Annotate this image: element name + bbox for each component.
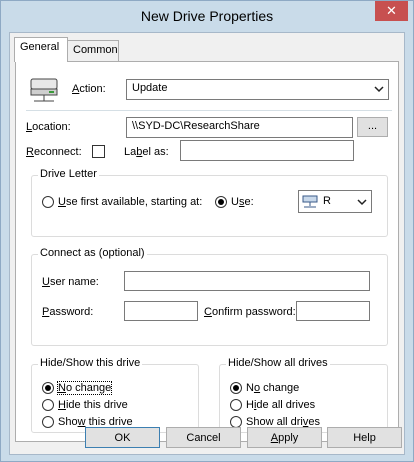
- drive-letter-group: Drive Letter Use first available, starti…: [31, 168, 388, 237]
- network-drive-icon: [302, 195, 318, 208]
- hide-this-drive-label: Hide this drive: [58, 399, 128, 411]
- drive-network-icon: [30, 78, 58, 102]
- location-input[interactable]: \\SYD-DC\ResearchShare: [126, 117, 353, 138]
- location-label: Location:: [26, 121, 71, 133]
- label-as-label: Label as:: [124, 146, 169, 158]
- close-button[interactable]: ✕: [375, 1, 408, 21]
- drive-no-change-label: No change: [56, 381, 113, 395]
- password-input[interactable]: [124, 301, 198, 321]
- hide-all-drives-radio[interactable]: [230, 399, 242, 411]
- drive-no-change-radio[interactable]: [42, 382, 54, 394]
- hide-all-drives-label: Hide all drives: [246, 399, 316, 411]
- close-icon: ✕: [386, 3, 397, 18]
- chevron-down-icon: [357, 199, 367, 206]
- browse-button[interactable]: ...: [357, 117, 388, 137]
- location-value: \\SYD-DC\ResearchShare: [132, 120, 260, 132]
- label-as-input[interactable]: [180, 140, 354, 161]
- hide-this-drive-radio[interactable]: [42, 399, 54, 411]
- use-first-available-radio[interactable]: [42, 196, 54, 208]
- drive-letter-value: R: [323, 195, 331, 207]
- hide-show-all-group: Hide/Show all drives No change Hide all …: [219, 357, 388, 433]
- drive-letter-title: Drive Letter: [38, 168, 99, 180]
- connect-as-title: Connect as (optional): [38, 247, 147, 259]
- tab-common[interactable]: Common: [67, 40, 119, 61]
- help-button[interactable]: Help: [327, 427, 402, 448]
- divider: [26, 110, 392, 111]
- reconnect-checkbox[interactable]: [92, 145, 105, 158]
- username-input[interactable]: [124, 271, 370, 291]
- tab-general[interactable]: General: [14, 37, 68, 62]
- use-radio[interactable]: [215, 196, 227, 208]
- hide-show-drive-group: Hide/Show this drive No change Hide this…: [31, 357, 199, 433]
- dialog-body: General Common Action: Update Location:: [9, 32, 405, 455]
- hide-show-drive-title: Hide/Show this drive: [38, 357, 143, 369]
- username-label: User name:: [42, 276, 99, 288]
- use-first-available-label: Use first available, starting at:: [58, 196, 203, 208]
- tab-general-label: General: [20, 41, 60, 53]
- action-label: Action:: [72, 83, 106, 95]
- dialog-window: New Drive Properties ✕ General Common Ac…: [0, 0, 414, 462]
- apply-button[interactable]: Apply: [247, 427, 322, 448]
- general-panel: Action: Update Location: \\SYD-DC\Resear…: [15, 61, 399, 442]
- confirm-password-label: Confirm password:: [204, 306, 296, 318]
- tab-common-label: Common: [73, 44, 118, 56]
- drive-letter-dropdown[interactable]: R: [298, 190, 372, 213]
- hide-show-all-title: Hide/Show all drives: [226, 357, 330, 369]
- title-bar[interactable]: New Drive Properties ✕: [1, 1, 413, 32]
- all-no-change-radio[interactable]: [230, 382, 242, 394]
- connect-as-group: Connect as (optional) User name: Passwor…: [31, 247, 388, 346]
- show-this-drive-radio[interactable]: [42, 416, 54, 428]
- action-dropdown[interactable]: Update: [126, 79, 389, 100]
- action-value: Update: [132, 82, 168, 94]
- all-no-change-label: No change: [246, 382, 300, 394]
- chevron-down-icon: [374, 86, 384, 93]
- ok-button[interactable]: OK: [85, 427, 160, 448]
- reconnect-label: Reconnect:: [26, 146, 82, 158]
- cancel-button[interactable]: Cancel: [166, 427, 241, 448]
- password-label: Password:: [42, 306, 94, 318]
- window-title: New Drive Properties: [140, 8, 274, 24]
- use-label: Use:: [231, 196, 254, 208]
- confirm-password-input[interactable]: [296, 301, 370, 321]
